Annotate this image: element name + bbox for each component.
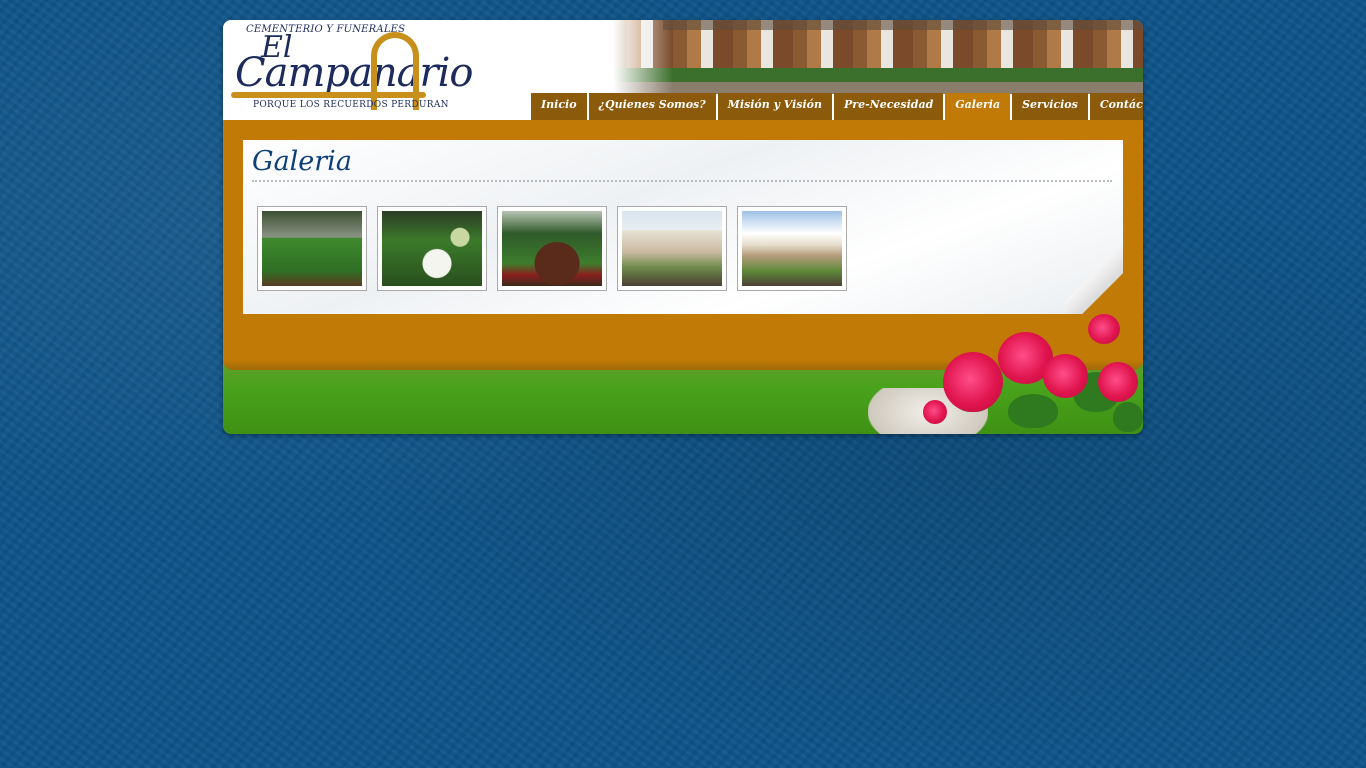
nav-item-mision-vision[interactable]: Misión y Visión bbox=[717, 93, 833, 120]
site-logo[interactable]: CEMENTERIO Y FUNERALES El Campanario POR… bbox=[231, 22, 473, 118]
nav-item-galeria[interactable]: Galeria bbox=[945, 93, 1011, 120]
flower-shape bbox=[1088, 314, 1120, 344]
site-container: CEMENTERIO Y FUNERALES El Campanario POR… bbox=[223, 20, 1143, 434]
gallery-thumb-3[interactable] bbox=[497, 206, 607, 291]
header-photo-banner bbox=[613, 20, 1143, 94]
gallery-grid bbox=[257, 206, 857, 291]
flower-shape bbox=[1043, 354, 1088, 398]
gallery-thumb-1[interactable] bbox=[257, 206, 367, 291]
flowers-decoration bbox=[913, 312, 1143, 434]
gallery-image bbox=[382, 211, 482, 286]
nav-item-servicios[interactable]: Servicios bbox=[1012, 93, 1088, 120]
gallery-image bbox=[502, 211, 602, 286]
logo-tagline: PORQUE LOS RECUERDOS PERDURAN bbox=[253, 100, 449, 110]
nav-item-pre-necesidad[interactable]: Pre-Necesidad bbox=[834, 93, 944, 120]
logo-name-text: Campanario bbox=[235, 50, 473, 96]
gallery-image bbox=[622, 211, 722, 286]
page-title: Galeria bbox=[252, 146, 352, 177]
header-photo-roof bbox=[663, 20, 1143, 30]
flower-shape bbox=[923, 400, 947, 424]
header: CEMENTERIO Y FUNERALES El Campanario POR… bbox=[223, 20, 1143, 120]
page-curl-decoration bbox=[1065, 234, 1123, 314]
nav-item-contactenos[interactable]: Contáctenos bbox=[1089, 93, 1143, 120]
leaf-shape bbox=[1008, 394, 1058, 428]
leaf-shape bbox=[1113, 402, 1143, 432]
flower-shape bbox=[1098, 362, 1138, 402]
logo-bar-shape bbox=[231, 92, 426, 98]
gallery-thumb-4[interactable] bbox=[617, 206, 727, 291]
nav-item-quienes-somos[interactable]: ¿Quienes Somos? bbox=[588, 93, 716, 120]
logo-arch-shape bbox=[371, 32, 419, 110]
gallery-thumb-5[interactable] bbox=[737, 206, 847, 291]
gallery-image bbox=[742, 211, 842, 286]
gallery-thumb-2[interactable] bbox=[377, 206, 487, 291]
nav-item-inicio[interactable]: Inicio bbox=[531, 93, 587, 120]
title-divider bbox=[252, 180, 1112, 182]
gallery-image bbox=[262, 211, 362, 286]
flower-shape bbox=[943, 352, 1003, 412]
content-panel: Galeria bbox=[243, 140, 1123, 314]
main-nav: Inicio ¿Quienes Somos? Misión y Visión P… bbox=[531, 93, 1143, 120]
